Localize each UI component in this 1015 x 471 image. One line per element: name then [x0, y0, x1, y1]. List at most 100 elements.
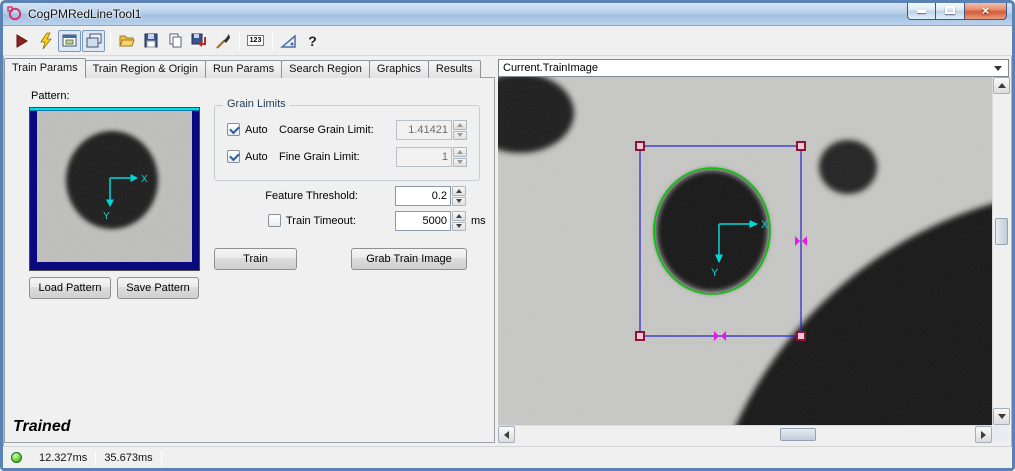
status-time-1: 12.327ms	[31, 452, 95, 464]
floating-window-button[interactable]	[82, 30, 105, 52]
train-timeout-label: Train Timeout:	[286, 215, 356, 227]
windows-icon	[85, 32, 103, 50]
pattern-view: X Y	[29, 107, 200, 271]
svg-text:X: X	[141, 174, 148, 185]
grain-limits-group: Grain Limits Auto Coarse Grain Limit: 1.…	[214, 105, 480, 181]
save-pattern-button[interactable]: Save Pattern	[117, 277, 199, 299]
tab-strip: Train Params Train Region & Origin Run P…	[4, 58, 480, 78]
maximize-icon	[945, 6, 955, 14]
app-icon	[7, 6, 23, 22]
tab-train-params[interactable]: Train Params	[4, 58, 86, 78]
toolbar-separator	[110, 32, 111, 50]
scroll-right-button[interactable]	[975, 426, 992, 443]
load-pattern-button[interactable]: Load Pattern	[29, 277, 111, 299]
image-source-selector[interactable]: Current.TrainImage	[498, 59, 1009, 77]
copy-tool-button[interactable]	[163, 30, 186, 52]
chevron-down-icon	[994, 66, 1002, 71]
save-file-button[interactable]	[139, 30, 162, 52]
train-button[interactable]: Train	[214, 248, 297, 270]
copy-pages-icon	[166, 32, 184, 50]
tab-train-region-origin[interactable]: Train Region & Origin	[85, 60, 206, 78]
train-params-page: Pattern:	[4, 77, 495, 443]
coarse-grain-spinner	[453, 120, 467, 140]
toolbar-separator	[272, 32, 273, 50]
fine-grain-limit-label: Fine Grain Limit:	[279, 151, 360, 163]
region-top-edge-graphic	[30, 108, 199, 111]
svg-text:X: X	[761, 219, 769, 231]
image-noise	[498, 77, 992, 425]
train-timeout-checkbox[interactable]	[268, 214, 281, 227]
tab-results[interactable]: Results	[428, 60, 481, 78]
window-title: CogPMRedLineTool1	[28, 7, 141, 21]
auto-coarse-checkbox[interactable]	[227, 123, 240, 136]
coarse-grain-limit-label: Coarse Grain Limit:	[279, 124, 374, 136]
image-source-value: Current.TrainImage	[503, 62, 598, 74]
train-timeout-field[interactable]: 5000	[395, 211, 466, 231]
tab-run-params[interactable]: Run Params	[205, 60, 282, 78]
toolbar-separator	[239, 32, 240, 50]
minimize-icon	[917, 10, 926, 13]
tool-window: CogPMRedLineTool1 ×	[0, 0, 1015, 471]
numeric-123-icon: 123	[247, 35, 265, 46]
vertical-scroll-thumb[interactable]	[995, 218, 1008, 245]
brush-icon	[214, 32, 232, 50]
fine-grain-spinner	[453, 147, 467, 167]
tool-image-display-button[interactable]	[58, 30, 81, 52]
horizontal-scroll-thumb[interactable]	[780, 428, 816, 441]
scroll-left-button[interactable]	[498, 426, 515, 443]
arrow-right-icon	[981, 431, 986, 439]
arrow-up-icon	[998, 83, 1006, 88]
coarse-grain-limit-field: 1.41421	[396, 120, 467, 140]
set-square-icon	[280, 32, 298, 50]
image-panel: Current.TrainImage	[498, 59, 1009, 442]
tool-display-icon	[61, 32, 79, 50]
auto-fine-label: Auto	[245, 151, 268, 163]
save-image-button[interactable]	[187, 30, 210, 52]
status-time-2: 35.673ms	[96, 452, 160, 464]
grab-train-image-button[interactable]: Grab Train Image	[351, 248, 467, 270]
image-display[interactable]: X Y	[498, 77, 992, 425]
auto-coarse-label: Auto	[245, 124, 268, 136]
auto-fine-checkbox[interactable]	[227, 150, 240, 163]
numeric-display-button[interactable]: 123	[244, 30, 267, 52]
titlebar: CogPMRedLineTool1 ×	[3, 3, 1012, 26]
run-continuous-button[interactable]	[34, 30, 57, 52]
pattern-image: X Y	[30, 108, 199, 270]
maximize-button[interactable]	[936, 3, 964, 20]
lightning-icon	[37, 32, 55, 50]
svg-text:Y: Y	[103, 211, 110, 222]
vertical-scrollbar[interactable]	[992, 77, 1009, 425]
open-folder-icon	[118, 32, 136, 50]
pattern-label: Pattern:	[31, 90, 70, 102]
minimize-button[interactable]	[907, 3, 936, 20]
graphics-brush-button[interactable]	[211, 30, 234, 52]
statusbar: 12.327ms 35.673ms	[3, 446, 1012, 468]
tab-graphics[interactable]: Graphics	[369, 60, 429, 78]
toolbar: 123 ?	[3, 26, 1012, 56]
open-file-button[interactable]	[115, 30, 138, 52]
feature-threshold-spinner[interactable]	[452, 186, 466, 206]
tab-search-region[interactable]: Search Region	[281, 60, 370, 78]
scroll-down-button[interactable]	[993, 408, 1010, 425]
image-viewport[interactable]: X Y	[498, 77, 992, 425]
horizontal-scrollbar[interactable]	[498, 425, 992, 442]
tool-state-label: Trained	[13, 418, 71, 436]
arrow-down-icon	[998, 414, 1006, 419]
feature-threshold-label: Feature Threshold:	[208, 190, 358, 202]
status-separator	[161, 451, 162, 465]
train-timeout-spinner[interactable]	[452, 211, 466, 231]
scroll-up-button[interactable]	[993, 77, 1010, 94]
arrow-left-icon	[504, 431, 509, 439]
window-controls: ×	[907, 3, 1007, 20]
fine-grain-limit-field: 1	[396, 147, 467, 167]
feature-threshold-field[interactable]: 0.2	[395, 186, 466, 206]
measure-button[interactable]	[277, 30, 300, 52]
close-button[interactable]: ×	[964, 3, 1007, 20]
svg-text:Y: Y	[711, 267, 719, 279]
grain-limits-title: Grain Limits	[223, 98, 290, 110]
help-button[interactable]: ?	[301, 30, 324, 52]
run-tool-button[interactable]	[10, 30, 33, 52]
close-icon: ×	[982, 3, 990, 18]
scrollbar-corner	[992, 425, 1009, 442]
train-timeout-units: ms	[471, 215, 486, 227]
